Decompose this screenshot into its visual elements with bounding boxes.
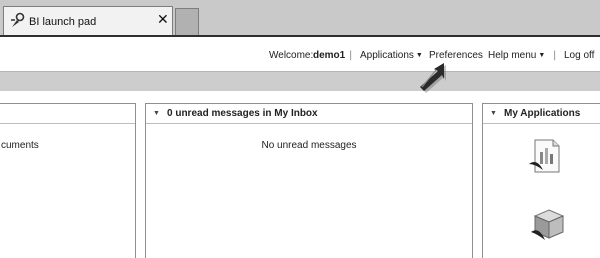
documents-panel-text: cuments: [1, 140, 39, 151]
pointer-arrow-icon: [420, 63, 446, 93]
browser-tab-title: BI launch pad: [29, 16, 97, 28]
welcome-label: Welcome:: [269, 50, 314, 61]
help-menu-label: Help menu: [488, 50, 537, 61]
username: demo1: [313, 50, 346, 61]
inbox-panel: ▼ 0 unread messages in My Inbox No unrea…: [145, 103, 473, 258]
top-header: Welcome: demo1 | Applications ▼ Preferenc…: [0, 37, 600, 71]
my-applications-panel: ▼ My Applications: [482, 103, 600, 258]
tab-close-icon[interactable]: ✕: [157, 11, 169, 29]
toolbar-band: [0, 71, 600, 91]
document-app-icon[interactable]: [523, 134, 567, 178]
inbox-panel-header[interactable]: ▼ 0 unread messages in My Inbox: [146, 104, 472, 124]
bi-launchpad-icon: [11, 12, 25, 27]
my-applications-panel-header[interactable]: ▼ My Applications: [483, 104, 600, 124]
browser-tab[interactable]: BI launch pad ✕: [3, 6, 173, 36]
help-menu[interactable]: Help menu ▼: [488, 50, 545, 61]
documents-panel: cuments: [0, 103, 136, 258]
caret-down-icon: ▼: [415, 52, 423, 59]
browser-tab-strip: BI launch pad ✕: [0, 0, 600, 36]
new-tab-button[interactable]: [175, 8, 199, 36]
collapse-triangle-icon[interactable]: ▼: [153, 110, 160, 117]
caret-down-icon: ▼: [538, 52, 546, 59]
nav-separator: |: [553, 50, 557, 61]
cube-app-icon[interactable]: [527, 204, 571, 248]
nav-separator: |: [349, 50, 353, 61]
my-applications-panel-title: My Applications: [504, 108, 581, 119]
log-off-link[interactable]: Log off: [564, 50, 594, 61]
inbox-panel-title: 0 unread messages in My Inbox: [167, 108, 318, 119]
inbox-empty-message: No unread messages: [261, 140, 357, 151]
collapse-triangle-icon[interactable]: ▼: [490, 110, 497, 117]
applications-menu-label: Applications: [360, 50, 414, 61]
documents-panel-header: [0, 104, 135, 124]
